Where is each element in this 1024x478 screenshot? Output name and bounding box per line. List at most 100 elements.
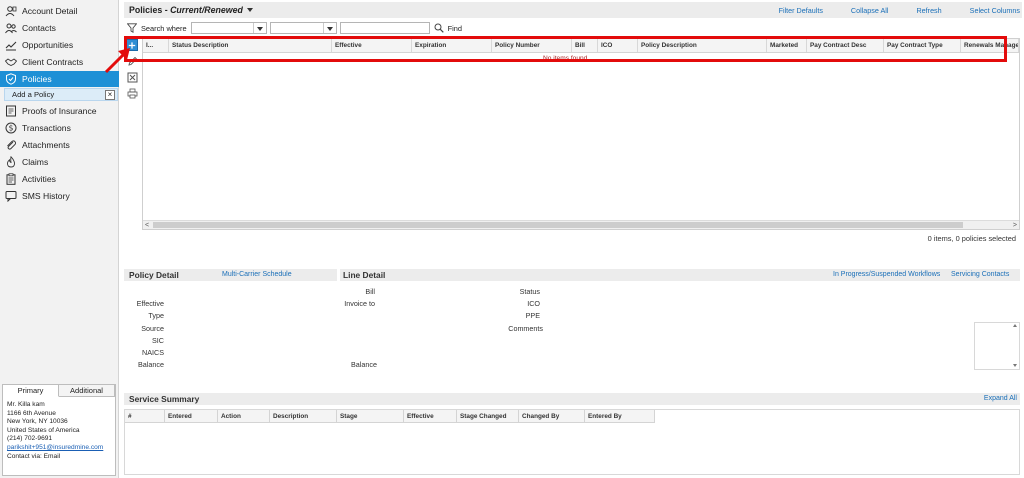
column-header-entered-by[interactable]: Entered By	[585, 410, 655, 422]
sidebar-item-activities[interactable]: Activities	[0, 171, 119, 187]
refresh-link[interactable]: Refresh	[916, 6, 941, 15]
column-header-policy-number[interactable]: Policy Number	[492, 39, 572, 52]
sidebar-item-client-contracts[interactable]: Client Contracts	[0, 54, 119, 70]
sidebar-item-account-detail[interactable]: Account Detail	[0, 3, 119, 19]
filter-defaults-link[interactable]: Filter Defaults	[779, 6, 823, 15]
contact-via: Contact via: Email	[7, 452, 61, 460]
column-header-changed-by[interactable]: Changed By	[519, 410, 585, 422]
grid-header: I... Status Description Effective Expira…	[143, 39, 1019, 53]
scroll-left-icon[interactable]: <	[145, 222, 149, 229]
account-detail-icon	[4, 4, 18, 18]
tab-additional[interactable]: Additional	[59, 385, 115, 397]
multi-carrier-schedule-link[interactable]: Multi-Carrier Schedule	[222, 271, 292, 278]
sidebar-subitem-add-policy[interactable]: Add a Policy ×	[4, 88, 118, 101]
column-header-stage-changed[interactable]: Stage Changed	[457, 410, 519, 422]
column-header-description[interactable]: Description	[270, 410, 337, 422]
sidebar: Account Detail Contacts Opportunities Cl…	[0, 0, 119, 478]
page-title[interactable]: Policies - Current/Renewed	[129, 5, 243, 15]
select-columns-link[interactable]: Select Columns	[970, 6, 1020, 15]
chevron-down-icon[interactable]	[246, 8, 253, 12]
column-header-entered[interactable]: Entered	[165, 410, 218, 422]
column-header-ico[interactable]: ICO	[598, 39, 638, 52]
contact-country: United States of America	[7, 426, 80, 434]
filter-icon[interactable]	[127, 23, 137, 33]
column-header-bill[interactable]: Bill	[572, 39, 598, 52]
search-icon	[434, 23, 444, 33]
empty-message: No items found	[543, 55, 588, 62]
shield-icon	[4, 72, 18, 86]
scroll-up-icon[interactable]	[1013, 324, 1017, 327]
sidebar-item-label: Opportunities	[22, 40, 74, 50]
column-header-effective[interactable]: Effective	[332, 39, 412, 52]
print-button[interactable]	[126, 87, 138, 99]
contact-details: Mr. Killa kam 1166 6th Avenue New York, …	[3, 397, 115, 461]
column-header-action[interactable]: Action	[218, 410, 270, 422]
sidebar-item-opportunities[interactable]: Opportunities	[0, 37, 119, 53]
sidebar-item-policies[interactable]: Policies	[0, 71, 119, 87]
add-icon	[128, 41, 136, 49]
column-header-policy-description[interactable]: Policy Description	[638, 39, 767, 52]
field-label-naics: NAICS	[142, 348, 164, 357]
find-button[interactable]: Find	[434, 23, 462, 33]
dollar-icon: $	[4, 121, 18, 135]
edit-button[interactable]	[126, 55, 138, 67]
policy-detail-header: Policy Detail Multi-Carrier Schedule	[124, 269, 337, 281]
sidebar-item-label: Account Detail	[22, 6, 78, 16]
paperclip-icon	[4, 138, 18, 152]
search-input[interactable]	[339, 22, 430, 34]
expand-all-link[interactable]: Expand All	[984, 395, 1017, 402]
contact-email-link[interactable]: parikshit+951@insuredmine.com	[7, 444, 111, 453]
field-label-invoice-to: Invoice to	[344, 299, 375, 308]
column-header-effective[interactable]: Effective	[404, 410, 457, 422]
handshake-icon	[4, 55, 18, 69]
column-header-icon[interactable]: I...	[143, 39, 169, 52]
sidebar-item-label: Claims	[22, 157, 49, 167]
field-label-balance: Balance	[138, 360, 164, 369]
select-divider	[322, 23, 324, 33]
service-summary-title: Service Summary	[129, 394, 200, 404]
search-field-select[interactable]	[190, 22, 267, 34]
sidebar-item-contacts[interactable]: Contacts	[0, 20, 119, 36]
sidebar-item-attachments[interactable]: Attachments	[0, 137, 119, 153]
column-header-number[interactable]: #	[125, 410, 165, 422]
contacts-icon	[4, 21, 18, 35]
comments-textarea[interactable]	[974, 322, 1020, 370]
sidebar-item-label: SMS History	[22, 191, 70, 201]
sidebar-item-transactions[interactable]: $ Transactions	[0, 120, 119, 136]
add-policy-button[interactable]	[126, 39, 138, 51]
horizontal-scrollbar[interactable]: < >	[143, 220, 1019, 229]
column-header-expiration[interactable]: Expiration	[412, 39, 492, 52]
delete-button[interactable]	[126, 71, 138, 83]
find-label: Find	[447, 23, 462, 33]
column-header-renewals-manager[interactable]: Renewals Manager	[961, 39, 1019, 52]
search-where-label: Search where	[141, 23, 187, 33]
policies-grid: I... Status Description Effective Expira…	[142, 38, 1020, 230]
column-header-stage[interactable]: Stage	[337, 410, 404, 422]
printer-icon	[127, 88, 137, 98]
sidebar-item-label: Proofs of Insurance	[22, 106, 97, 116]
sidebar-item-proofs-of-insurance[interactable]: Proofs of Insurance	[0, 103, 119, 119]
field-label-sic: SIC	[152, 336, 164, 345]
scrollbar-thumb[interactable]	[153, 222, 963, 228]
sidebar-item-sms-history[interactable]: SMS History	[0, 188, 119, 204]
column-header-status-description[interactable]: Status Description	[169, 39, 332, 52]
column-header-pay-contract-desc[interactable]: Pay Contract Desc	[807, 39, 884, 52]
column-header-pay-contract-type[interactable]: Pay Contract Type	[884, 39, 961, 52]
close-icon[interactable]: ×	[105, 89, 115, 100]
sidebar-item-label: Activities	[22, 174, 56, 184]
tab-primary[interactable]: Primary	[3, 385, 59, 397]
column-header-marketed[interactable]: Marketed	[767, 39, 807, 52]
pencil-icon	[127, 56, 137, 66]
contact-phone: (214) 702-9691	[7, 435, 53, 443]
servicing-contacts-link[interactable]: Servicing Contacts	[951, 271, 1009, 278]
field-label-type: Type	[148, 311, 164, 320]
sidebar-item-label: Policies	[22, 74, 52, 84]
collapse-all-link[interactable]: Collapse All	[851, 6, 889, 15]
sidebar-item-claims[interactable]: Claims	[0, 154, 119, 170]
in-progress-workflows-link[interactable]: In Progress/Suspended Workflows	[833, 271, 940, 278]
service-summary-grid: # Entered Action Description Stage Effec…	[124, 409, 1020, 475]
contact-address-line-2: New York, NY 10036	[7, 418, 68, 426]
scroll-down-icon[interactable]	[1013, 364, 1017, 367]
search-operator-select[interactable]	[269, 22, 337, 34]
scroll-right-icon[interactable]: >	[1013, 222, 1017, 229]
